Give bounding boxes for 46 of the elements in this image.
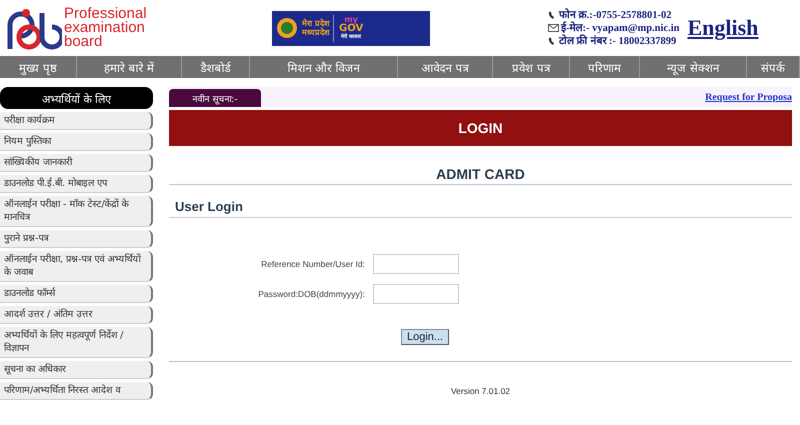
notice-tag: नवीन सूचना:- [169, 89, 261, 107]
sidebar-item[interactable]: परिणाम/अभ्यर्थिता निरस्त आदेश व [0, 382, 153, 400]
sidebar-item[interactable]: परीक्षा कार्यक्रम [0, 112, 153, 130]
brand-text: my [344, 14, 358, 24]
sidebar-item[interactable]: डाउनलोड पी.ई.बी. मोबाइल एप [0, 175, 153, 193]
nav-item[interactable]: डैशबोर्ड [182, 56, 250, 78]
nav-item[interactable]: मिशन और विजन [250, 56, 398, 78]
nav-item[interactable]: न्यूज सेक्शन [640, 56, 747, 78]
sidebar-item[interactable]: डाउनलोड फॉर्म्स [0, 285, 153, 303]
sidebar-title: अभ्यर्थियों के लिए [0, 87, 153, 109]
phone-icon [548, 36, 557, 46]
brand-text: GOV [339, 24, 364, 32]
field-label: Reference Number/User Id: [260, 259, 365, 269]
version-text: Version 7.01.02 [450, 386, 512, 396]
nav-item[interactable]: संपर्क [747, 56, 800, 78]
contact-text: फोन क्र.:-0755-2578801-02 [559, 8, 672, 21]
input-field[interactable] [373, 284, 459, 304]
contact-text: टोल फ्री नंबर :- 18002337899 [559, 34, 676, 48]
sidebar-item[interactable]: आदर्श उत्तर / अंतिम उत्तर [0, 306, 153, 324]
banner-text: मेरा प्रदेश [302, 19, 329, 28]
sidebar-item[interactable]: अभ्यर्थियों के लिए महत्वपूर्ण निर्देश / विज्ञापन [0, 327, 153, 358]
sidebar-item[interactable]: ऑनलाईन परीक्षा, प्रश्न-पत्र एवं अभ्यर्थियों के जवाब [0, 251, 153, 282]
notice-link[interactable]: Request for Proposa [705, 92, 792, 102]
input-field[interactable] [373, 254, 459, 274]
login-banner: LOGIN [169, 110, 792, 146]
contact-text: ई-मेल:- vyapam@mp.nic.in [561, 22, 680, 34]
nav-item[interactable]: हमारे बारे में [77, 56, 182, 78]
sidebar-item[interactable]: सांख्यिकीय जानकारी [0, 154, 153, 172]
sidebar-item[interactable]: सूचना का अधिकार [0, 361, 153, 379]
nav-item[interactable]: प्रवेश पत्र [493, 56, 570, 78]
banner-text: मध्यप्रदेश [302, 28, 329, 37]
phone-icon [548, 10, 557, 20]
nav-item[interactable]: मुख्य पृष्ठ [0, 56, 77, 78]
language-link[interactable]: English [687, 15, 758, 41]
sidebar-item[interactable]: ऑनलाईन परीक्षा - मॉक टेस्ट/केंद्रों के मानचित्र [0, 196, 153, 227]
nav-item[interactable]: आवेदन पत्र [398, 56, 493, 78]
form-title: User Login [169, 199, 792, 218]
field-label: Password:DOB(ddmmyyyy): [257, 289, 365, 299]
logo-text: Professional examination board [64, 7, 147, 49]
mail-icon [548, 24, 559, 32]
sidebar-item[interactable]: पुराने प्रश्न-पत्र [0, 230, 153, 248]
login-button[interactable]: Login... [401, 329, 450, 345]
section-title: ADMIT CARD [169, 166, 792, 185]
emblem-icon [276, 17, 298, 39]
sidebar-item[interactable]: नियम पुस्तिका [0, 133, 153, 151]
nav-item[interactable]: परिणाम [570, 56, 640, 78]
